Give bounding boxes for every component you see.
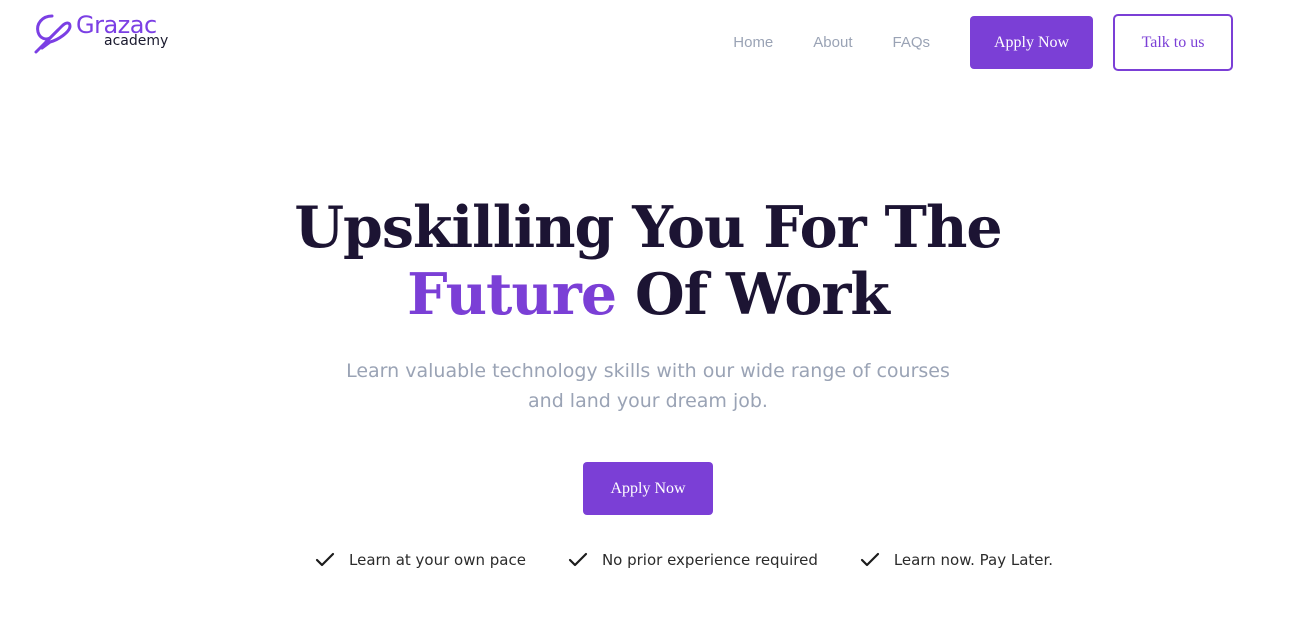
talk-to-us-button[interactable]: Talk to us [1113, 14, 1233, 71]
hero-subtitle: Learn valuable technology skills with ou… [0, 356, 1296, 416]
hero-title: Upskilling You For The Future Of Work [0, 194, 1296, 328]
feature-label: Learn now. Pay Later. [893, 551, 1054, 569]
nav-about-link[interactable]: About [813, 34, 852, 51]
hero-title-line1: Upskilling You For The [294, 194, 1002, 261]
feature-list: Learn at your own pace No prior experien… [315, 551, 1053, 569]
feature-item: Learn at your own pace [315, 551, 526, 569]
feature-item: No prior experience required [568, 551, 818, 569]
check-icon [860, 552, 879, 567]
check-icon [568, 552, 588, 567]
nav-apply-now-button[interactable]: Apply Now [970, 16, 1093, 69]
feature-label: Learn at your own pace [349, 551, 526, 569]
brand-logo[interactable]: Grazac academy [32, 12, 168, 56]
check-icon [315, 552, 335, 567]
logo-mark-icon [34, 14, 72, 54]
feature-label: No prior experience required [601, 551, 818, 569]
brand-tagline: academy [104, 33, 169, 49]
hero-apply-now-button[interactable]: Apply Now [583, 462, 713, 515]
hero-subtitle-line2: and land your dream job. [528, 390, 768, 412]
hero-subtitle-line1: Learn valuable technology skills with ou… [346, 360, 950, 382]
feature-item: Learn now. Pay Later. [860, 551, 1053, 569]
nav-faqs-link[interactable]: FAQs [892, 34, 930, 51]
nav-home-link[interactable]: Home [733, 34, 773, 51]
hero-title-rest: Of Work [634, 261, 890, 328]
hero-title-accent: Future [407, 261, 617, 328]
top-navigation: Home About FAQs Apply Now Talk to us [733, 14, 1233, 71]
